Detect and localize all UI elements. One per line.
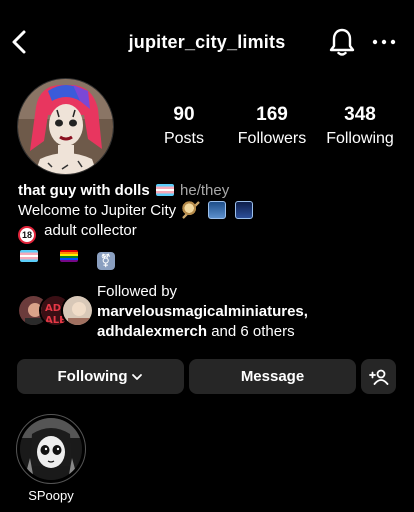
followers-label: Followers bbox=[237, 130, 307, 147]
follower-username-1[interactable]: marvelousmagicalminiatures, bbox=[97, 303, 308, 320]
posts-stat[interactable]: 90 Posts bbox=[144, 104, 224, 149]
followers-count: 169 bbox=[256, 104, 288, 125]
followed-by-suffix: and 6 others bbox=[211, 323, 295, 340]
bio-name-line: that guy with dolls he/they bbox=[18, 181, 398, 201]
chevron-down-icon bbox=[132, 373, 143, 380]
followed-by-prefix: Followed by bbox=[97, 283, 178, 300]
display-name: that guy with dolls bbox=[18, 182, 150, 199]
trans-flag-icon bbox=[20, 250, 38, 262]
profile-bio: that guy with dolls he/they Welcome to J… bbox=[18, 181, 398, 270]
bio-collector-text: adult collector bbox=[44, 222, 137, 239]
follower-avatar-3 bbox=[61, 294, 94, 327]
add-person-icon bbox=[368, 369, 388, 385]
bio-welcome-line: Welcome to Jupiter City bbox=[18, 201, 398, 221]
followers-stat[interactable]: 169 Followers bbox=[232, 104, 312, 149]
profile-avatar[interactable] bbox=[17, 78, 114, 175]
highlight-label: SPoopy bbox=[28, 488, 74, 503]
avatar-doll-image bbox=[18, 79, 113, 174]
top-bar: jupiter_city_limits bbox=[0, 0, 414, 84]
followed-by[interactable]: ADHDALEX Followed by marvelousmagicalmin… bbox=[17, 282, 407, 342]
bio-welcome-text: Welcome to Jupiter City bbox=[18, 202, 177, 219]
add-person-button[interactable] bbox=[361, 359, 396, 394]
following-stat[interactable]: 348 Following bbox=[320, 104, 400, 149]
message-button-label: Message bbox=[240, 368, 305, 385]
message-button[interactable]: Message bbox=[189, 359, 356, 394]
bio-collector-line: 18 adult collector bbox=[18, 221, 398, 244]
ringed-planet-icon bbox=[182, 201, 201, 219]
rainbow-flag-icon bbox=[60, 250, 79, 262]
bell-icon[interactable] bbox=[328, 27, 356, 57]
night-city-icon bbox=[234, 201, 253, 219]
no-under-18-icon: 18 bbox=[18, 226, 36, 244]
transgender-symbol-icon: ⚧ bbox=[96, 252, 115, 270]
following-label: Following bbox=[326, 130, 394, 147]
bio-flags-line: ⚧ bbox=[18, 247, 398, 270]
highlight-cover-image bbox=[20, 418, 82, 480]
highlight-cover bbox=[20, 418, 82, 480]
posts-label: Posts bbox=[163, 130, 204, 147]
following-button[interactable]: Following bbox=[17, 359, 184, 394]
follower-username-2[interactable]: adhdalexmerch bbox=[97, 323, 207, 340]
posts-count: 90 bbox=[173, 104, 195, 125]
story-highlight[interactable] bbox=[16, 414, 86, 484]
followed-by-text: Followed by marvelousmagicalminiatures, … bbox=[97, 282, 308, 342]
following-count: 348 bbox=[344, 104, 376, 125]
trans-flag-icon bbox=[155, 184, 174, 196]
pronouns: he/they bbox=[180, 182, 230, 199]
more-options-icon[interactable] bbox=[372, 34, 396, 50]
following-button-label: Following bbox=[57, 368, 128, 385]
cityscape-icon bbox=[208, 201, 227, 219]
